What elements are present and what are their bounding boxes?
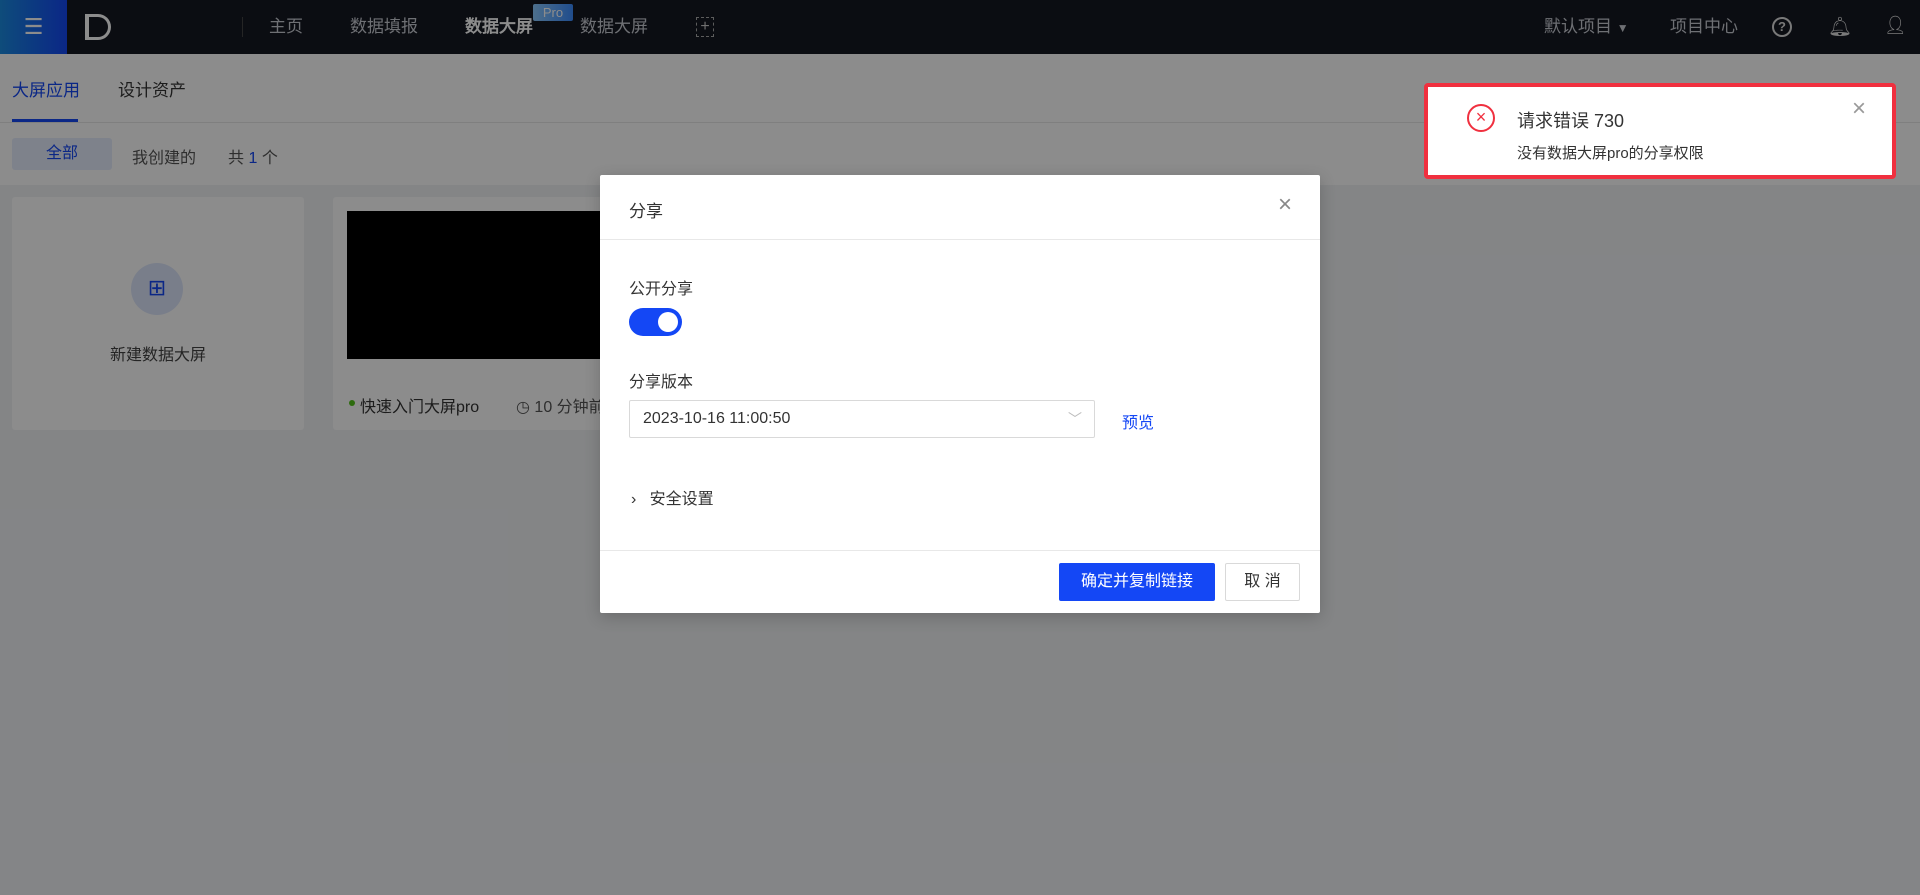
preview-link[interactable]: 预览 xyxy=(1122,409,1154,433)
public-share-toggle[interactable] xyxy=(629,308,682,336)
error-title: 请求错误 730 xyxy=(1517,111,1625,131)
dialog-title: 分享 xyxy=(629,202,663,221)
public-share-label: 公开分享 xyxy=(629,281,694,298)
share-version-label: 分享版本 xyxy=(629,374,694,391)
error-message: 没有数据大屏pro的分享权限 xyxy=(1517,145,1704,162)
error-icon: × xyxy=(1467,104,1495,132)
chevron-right-icon: › xyxy=(631,491,637,508)
share-dialog: 分享 × 公开分享 分享版本 2023-10-16 11:00:50 ﹀ 预览 ›… xyxy=(600,175,1320,613)
security-settings-toggle[interactable]: › 安全设置 xyxy=(631,485,714,509)
footer-divider xyxy=(600,550,1320,551)
close-icon[interactable]: × xyxy=(1278,191,1292,219)
cancel-button[interactable]: 取 消 xyxy=(1225,563,1300,601)
close-icon[interactable]: × xyxy=(1852,95,1866,123)
error-notification: × 请求错误 730 没有数据大屏pro的分享权限 × xyxy=(1424,83,1896,179)
confirm-copy-link-button[interactable]: 确定并复制链接 xyxy=(1059,563,1215,601)
dialog-header: 分享 × xyxy=(600,175,1320,240)
share-version-select[interactable]: 2023-10-16 11:00:50 ﹀ xyxy=(629,400,1095,438)
chevron-down-icon: ﹀ xyxy=(1068,411,1082,427)
